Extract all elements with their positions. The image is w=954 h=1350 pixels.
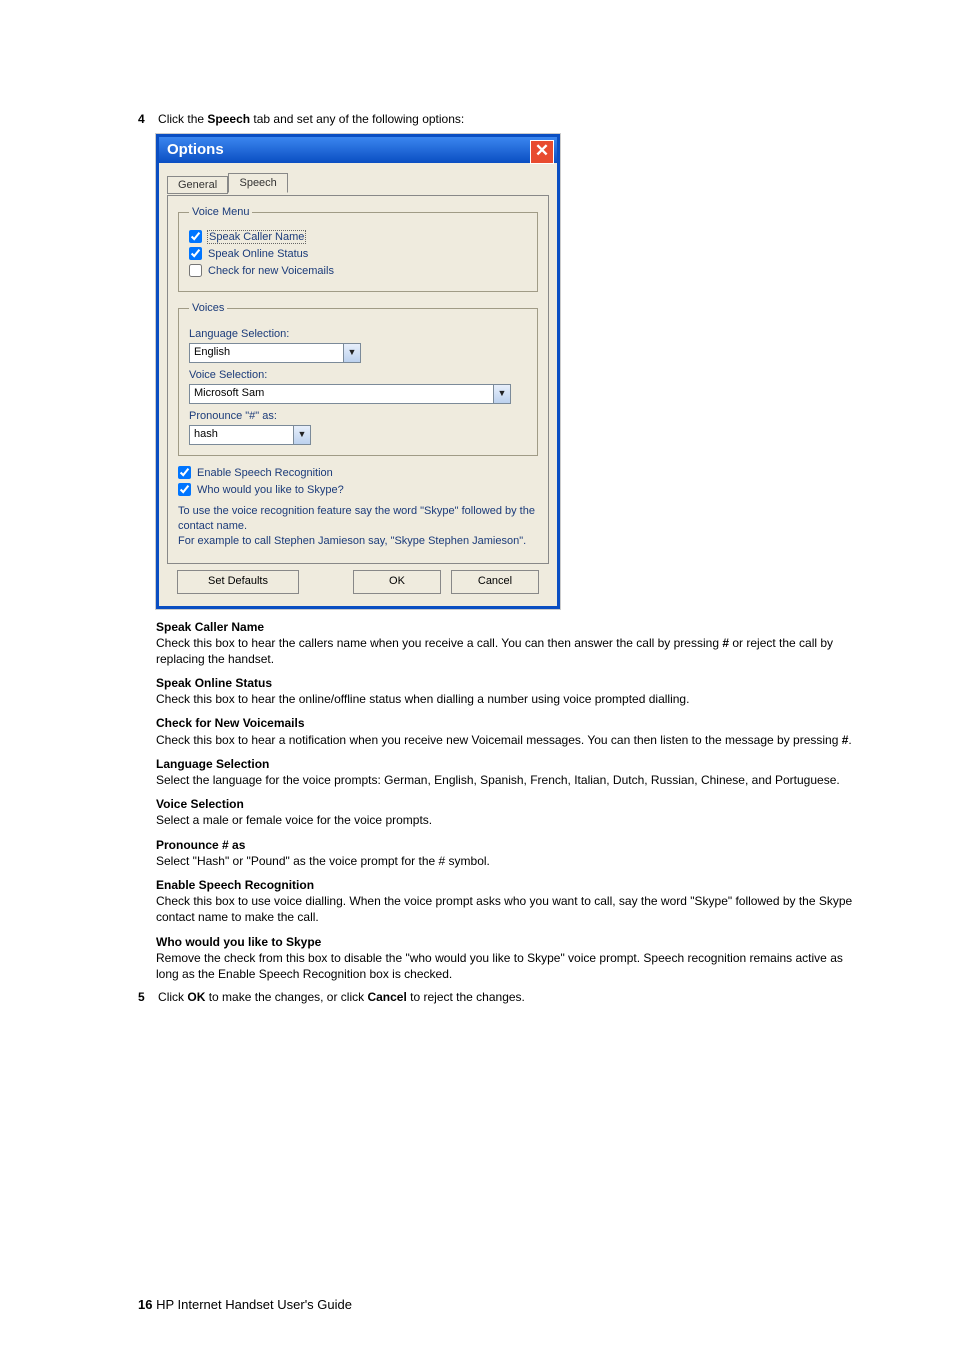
- close-icon: ✕: [535, 141, 549, 160]
- chevron-down-icon: ▼: [293, 426, 310, 444]
- t-sos: Check this box to hear the online/offlin…: [156, 692, 689, 706]
- page-number: 16: [138, 1297, 152, 1312]
- check-voicemails-checkbox[interactable]: [189, 264, 202, 277]
- speech-instructions: To use the voice recognition feature say…: [178, 504, 538, 549]
- who-skype-label: Who would you like to Skype?: [197, 484, 344, 496]
- ok-button[interactable]: OK: [353, 570, 441, 594]
- t-ls: Select the language for the voice prompt…: [156, 773, 840, 787]
- step-5-t3: to reject the changes.: [407, 990, 525, 1004]
- pronounce-hash-dropdown[interactable]: hash ▼: [189, 425, 311, 445]
- options-dialog: Options ✕ General Speech Voice Menu Spea…: [156, 134, 560, 609]
- voice-menu-legend: Voice Menu: [189, 206, 252, 218]
- language-selection-value: English: [190, 344, 343, 362]
- voice-selection-dropdown[interactable]: Microsoft Sam ▼: [189, 384, 511, 404]
- speak-caller-name-row[interactable]: Speak Caller Name: [189, 230, 527, 243]
- voice-selection-label: Voice Selection:: [189, 369, 527, 381]
- check-voicemails-row[interactable]: Check for new Voicemails: [189, 264, 527, 277]
- who-skype-checkbox[interactable]: [178, 483, 191, 496]
- step-4-num: 4: [138, 112, 145, 126]
- set-defaults-button[interactable]: Set Defaults: [177, 570, 299, 594]
- voices-legend: Voices: [189, 302, 227, 314]
- tab-strip: General Speech: [167, 173, 549, 195]
- b-scn: #: [722, 636, 729, 650]
- step-4-bold: Speech: [207, 112, 250, 126]
- t-scn-1: Check this box to hear the callers name …: [156, 636, 722, 650]
- dialog-title: Options: [167, 141, 224, 158]
- who-skype-row[interactable]: Who would you like to Skype?: [178, 483, 538, 496]
- speak-online-status-label: Speak Online Status: [208, 248, 308, 260]
- h-vs: Voice Selection: [156, 797, 244, 811]
- tab-general[interactable]: General: [167, 176, 228, 194]
- h-scn: Speak Caller Name: [156, 620, 264, 634]
- h-pa: Pronounce # as: [156, 838, 245, 852]
- step-4-text-2: tab and set any of the following options…: [250, 112, 464, 126]
- instr-line-1: To use the voice recognition feature say…: [178, 504, 538, 534]
- h-who: Who would you like to Skype: [156, 935, 321, 949]
- t-who: Remove the check from this box to disabl…: [156, 951, 843, 981]
- voices-group: Voices Language Selection: English ▼ Voi…: [178, 302, 538, 456]
- language-selection-dropdown[interactable]: English ▼: [189, 343, 361, 363]
- h-esr: Enable Speech Recognition: [156, 878, 314, 892]
- pronounce-hash-label: Pronounce "#" as:: [189, 410, 527, 422]
- enable-speech-row[interactable]: Enable Speech Recognition: [178, 466, 538, 479]
- step-5-t1: Click: [158, 990, 187, 1004]
- h-sos: Speak Online Status: [156, 676, 272, 690]
- chevron-down-icon: ▼: [493, 385, 510, 403]
- language-selection-label: Language Selection:: [189, 328, 527, 340]
- dialog-titlebar: Options ✕: [159, 137, 557, 163]
- t-pa: Select "Hash" or "Pound" as the voice pr…: [156, 854, 490, 868]
- enable-speech-checkbox[interactable]: [178, 466, 191, 479]
- dialog-button-row: Set Defaults OK Cancel: [167, 564, 549, 600]
- voice-menu-group: Voice Menu Speak Caller Name Speak Onlin…: [178, 206, 538, 292]
- speak-online-status-row[interactable]: Speak Online Status: [189, 247, 527, 260]
- tab-speech[interactable]: Speech: [228, 173, 287, 193]
- t-vs: Select a male or female voice for the vo…: [156, 813, 432, 827]
- instr-line-2: For example to call Stephen Jamieson say…: [178, 534, 538, 549]
- t-esr: Check this box to use voice dialling. Wh…: [156, 894, 852, 924]
- step-4-text-1: Click the: [158, 112, 207, 126]
- cancel-button[interactable]: Cancel: [451, 570, 539, 594]
- tab-panel-speech: Voice Menu Speak Caller Name Speak Onlin…: [167, 195, 549, 564]
- step-4: 4 Click the Speech tab and set any of th…: [138, 112, 856, 126]
- speak-online-status-checkbox[interactable]: [189, 247, 202, 260]
- enable-speech-label: Enable Speech Recognition: [197, 467, 333, 479]
- step-5-t2: to make the changes, or click: [205, 990, 367, 1004]
- step-5-b2: Cancel: [367, 990, 406, 1004]
- step-5-num: 5: [138, 990, 145, 1004]
- speak-caller-name-label: Speak Caller Name: [208, 231, 305, 243]
- close-button[interactable]: ✕: [530, 140, 554, 164]
- step-5-b1: OK: [187, 990, 205, 1004]
- pronounce-hash-value: hash: [190, 426, 293, 444]
- check-voicemails-label: Check for new Voicemails: [208, 265, 334, 277]
- h-ls: Language Selection: [156, 757, 269, 771]
- footer-title: HP Internet Handset User's Guide: [152, 1297, 352, 1312]
- t-cnv-2: .: [848, 733, 851, 747]
- speak-caller-name-checkbox[interactable]: [189, 230, 202, 243]
- h-cnv: Check for New Voicemails: [156, 716, 305, 730]
- t-cnv-1: Check this box to hear a notification wh…: [156, 733, 842, 747]
- page-footer: 16 HP Internet Handset User's Guide: [138, 1297, 352, 1312]
- voice-selection-value: Microsoft Sam: [190, 385, 493, 403]
- chevron-down-icon: ▼: [343, 344, 360, 362]
- step-5: 5 Click OK to make the changes, or click…: [138, 990, 856, 1004]
